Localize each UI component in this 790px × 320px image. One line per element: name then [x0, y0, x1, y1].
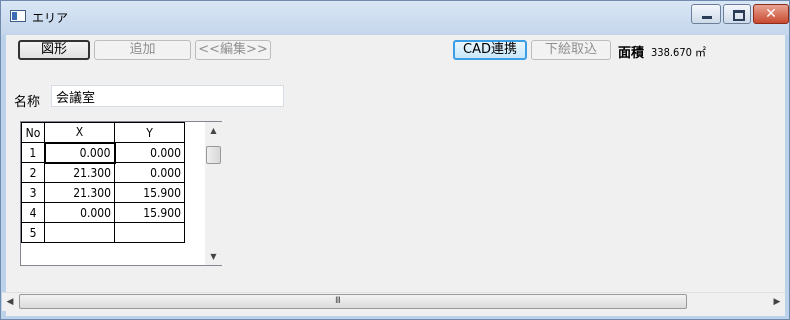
row-number: 4 — [21, 202, 45, 223]
row-number: 2 — [21, 162, 45, 183]
area-value: 338.670 ㎡ — [651, 46, 707, 59]
table-row: 1 0.000 0.000 — [21, 141, 185, 164]
maximize-icon — [724, 5, 750, 23]
window-title: エリア — [32, 11, 69, 25]
client-area: 図形 追加 <<編集>> CAD連携 下絵取込 面積 338.670 ㎡ 名称 … — [6, 35, 785, 316]
row-number: 1 — [21, 142, 45, 163]
grid-vertical-scrollbar[interactable]: ▲ ▼ — [205, 122, 222, 265]
table-row: 2 21.300 0.000 — [21, 162, 185, 183]
name-input[interactable] — [51, 85, 284, 107]
table-header-row: No X Y — [21, 122, 185, 143]
add-button[interactable]: 追加 — [94, 40, 191, 60]
vertical-scroll-thumb[interactable] — [206, 146, 221, 164]
import-underlay-button[interactable]: 下絵取込 — [531, 40, 611, 60]
row-number: 3 — [21, 182, 45, 203]
y-cell[interactable]: 15.900 — [114, 182, 185, 203]
scroll-down-icon[interactable]: ▼ — [205, 248, 222, 265]
area-window: エリア ✕ 図形 追加 <<編集>> CAD連携 下絵取込 面積 338.670… — [0, 0, 790, 320]
area-label: 面積 — [618, 46, 645, 61]
header-x: X — [44, 122, 115, 143]
table-row: 5 — [21, 222, 185, 243]
minimize-button[interactable] — [691, 4, 721, 24]
edit-button[interactable]: <<編集>> — [195, 40, 271, 60]
table-row: 4 0.000 15.900 — [21, 202, 185, 223]
y-cell[interactable]: 15.900 — [114, 202, 185, 223]
x-cell[interactable]: 0.000 — [44, 202, 115, 223]
name-label: 名称 — [14, 95, 41, 110]
x-cell[interactable]: 0.000 — [43, 141, 116, 164]
table-row: 3 21.300 15.900 — [21, 182, 185, 203]
x-cell[interactable]: 21.300 — [44, 182, 115, 203]
scroll-left-icon[interactable]: ◀ — [2, 293, 18, 311]
row-number: 5 — [21, 222, 45, 243]
y-cell[interactable] — [114, 222, 185, 243]
coordinate-table: No X Y 1 0.000 0.000 2 21.300 0.000 3 21… — [21, 122, 185, 243]
horizontal-scroll-thumb[interactable]: III — [19, 294, 687, 309]
minimize-icon — [692, 5, 720, 23]
x-cell[interactable] — [44, 222, 115, 243]
close-button[interactable]: ✕ — [753, 4, 789, 24]
shape-button[interactable]: 図形 — [18, 40, 90, 60]
app-icon — [10, 10, 26, 22]
cad-link-button[interactable]: CAD連携 — [453, 40, 527, 60]
coordinate-grid[interactable]: No X Y 1 0.000 0.000 2 21.300 0.000 3 21… — [20, 121, 222, 266]
y-cell[interactable]: 0.000 — [114, 162, 185, 183]
grip-icon: III — [335, 296, 341, 306]
scroll-right-icon[interactable]: ▶ — [769, 293, 785, 311]
close-icon: ✕ — [765, 6, 777, 22]
y-cell[interactable]: 0.000 — [114, 142, 185, 163]
horizontal-scrollbar[interactable]: ◀ III ▶ — [2, 292, 785, 311]
header-y: Y — [114, 122, 185, 143]
header-no: No — [21, 122, 45, 143]
scroll-up-icon[interactable]: ▲ — [205, 122, 222, 139]
title-bar[interactable]: エリア ✕ — [1, 1, 789, 35]
x-cell[interactable]: 21.300 — [44, 162, 115, 183]
maximize-button[interactable] — [723, 4, 751, 24]
